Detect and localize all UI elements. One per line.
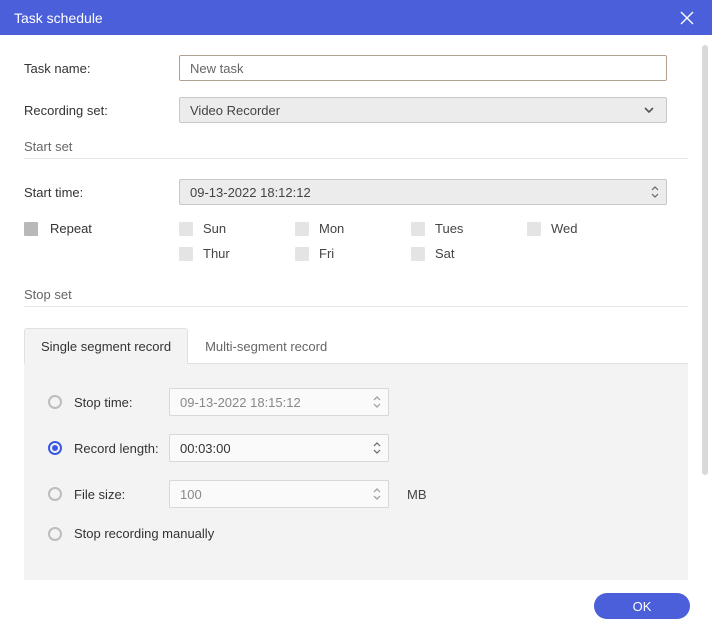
- title-bar: Task schedule: [0, 0, 712, 35]
- mon-label: Mon: [319, 221, 344, 236]
- chevron-down-icon[interactable]: [650, 192, 660, 199]
- stop-manual-label: Stop recording manually: [74, 526, 214, 541]
- file-size-value: 100: [180, 487, 202, 502]
- start-time-label: Start time:: [24, 185, 179, 200]
- sat-label: Sat: [435, 246, 455, 261]
- ok-button[interactable]: OK: [594, 593, 690, 619]
- spinner-buttons[interactable]: [372, 395, 382, 409]
- chevron-down-icon[interactable]: [372, 494, 382, 501]
- tab-single-segment[interactable]: Single segment record: [24, 328, 188, 364]
- window-title: Task schedule: [14, 10, 103, 26]
- tues-label: Tues: [435, 221, 463, 236]
- record-length-input[interactable]: 00:03:00: [169, 434, 389, 462]
- stop-time-label: Stop time:: [74, 395, 169, 410]
- chevron-up-icon[interactable]: [372, 487, 382, 494]
- file-size-input[interactable]: 100: [169, 480, 389, 508]
- stop-set-section-label: Stop set: [24, 287, 688, 302]
- divider: [24, 306, 688, 307]
- sun-checkbox[interactable]: [179, 222, 193, 236]
- wed-checkbox[interactable]: [527, 222, 541, 236]
- divider: [24, 158, 688, 159]
- stop-time-input[interactable]: 09-13-2022 18:15:12: [169, 388, 389, 416]
- start-set-section-label: Start set: [24, 139, 688, 154]
- recording-set-value: Video Recorder: [190, 103, 280, 118]
- spinner-buttons[interactable]: [372, 441, 382, 455]
- chevron-up-icon[interactable]: [372, 395, 382, 402]
- scrollbar-thumb[interactable]: [702, 45, 708, 475]
- tab-multi-segment[interactable]: Multi-segment record: [188, 328, 344, 364]
- start-time-value: 09-13-2022 18:12:12: [190, 185, 311, 200]
- record-length-label: Record length:: [74, 441, 169, 456]
- chevron-down-icon[interactable]: [372, 448, 382, 455]
- wed-label: Wed: [551, 221, 578, 236]
- file-size-unit: MB: [407, 487, 427, 502]
- chevron-down-icon[interactable]: [372, 402, 382, 409]
- task-name-label: Task name:: [24, 61, 179, 76]
- chevron-down-icon: [642, 103, 656, 117]
- stop-time-value: 09-13-2022 18:15:12: [180, 395, 301, 410]
- task-name-input[interactable]: [179, 55, 667, 81]
- mon-checkbox[interactable]: [295, 222, 309, 236]
- recording-set-select[interactable]: Video Recorder: [179, 97, 667, 123]
- sat-checkbox[interactable]: [411, 247, 425, 261]
- dialog-footer: OK: [0, 580, 712, 632]
- stop-time-radio[interactable]: [48, 395, 62, 409]
- repeat-checkbox[interactable]: [24, 222, 38, 236]
- chevron-up-icon[interactable]: [372, 441, 382, 448]
- record-length-value: 00:03:00: [180, 441, 231, 456]
- weekday-selector: Sun Mon Tues Wed Thur Fri Sat: [179, 221, 667, 271]
- recording-set-label: Recording set:: [24, 103, 179, 118]
- file-size-label: File size:: [74, 487, 169, 502]
- thur-checkbox[interactable]: [179, 247, 193, 261]
- stop-tabs: Single segment record Multi-segment reco…: [24, 327, 688, 364]
- repeat-label: Repeat: [50, 221, 92, 236]
- fri-label: Fri: [319, 246, 334, 261]
- single-segment-panel: Stop time: 09-13-2022 18:15:12 Record le…: [24, 364, 688, 580]
- start-time-input[interactable]: 09-13-2022 18:12:12: [179, 179, 667, 205]
- spinner-buttons[interactable]: [650, 185, 660, 199]
- tues-checkbox[interactable]: [411, 222, 425, 236]
- record-length-radio[interactable]: [48, 441, 62, 455]
- fri-checkbox[interactable]: [295, 247, 309, 261]
- thur-label: Thur: [203, 246, 230, 261]
- stop-manual-radio[interactable]: [48, 527, 62, 541]
- chevron-up-icon[interactable]: [650, 185, 660, 192]
- file-size-radio[interactable]: [48, 487, 62, 501]
- spinner-buttons[interactable]: [372, 487, 382, 501]
- close-icon[interactable]: [676, 7, 698, 29]
- dialog-content: Task name: Recording set: Video Recorder…: [0, 35, 712, 580]
- sun-label: Sun: [203, 221, 226, 236]
